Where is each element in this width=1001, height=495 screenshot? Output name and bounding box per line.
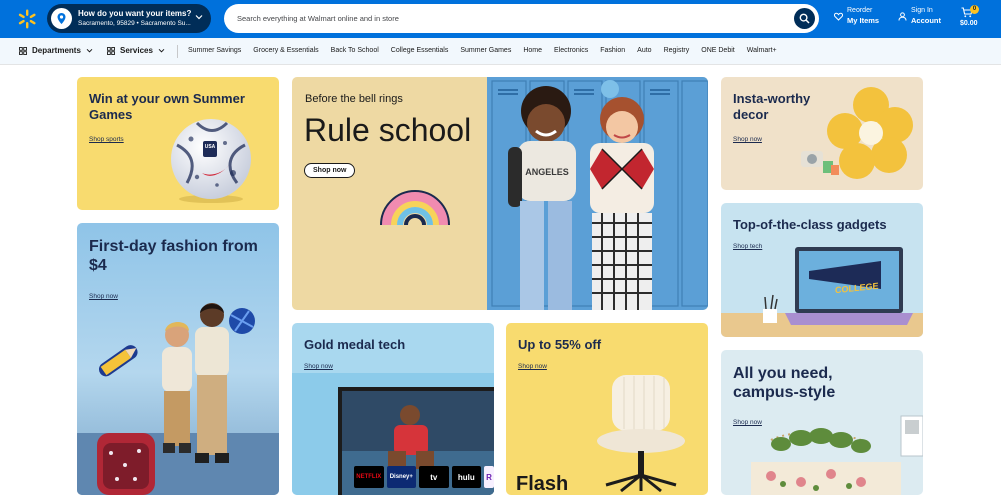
nav-link-back-to-school[interactable]: Back To School [331, 47, 379, 54]
partial-streaming-logo: R [484, 466, 494, 488]
reorder-my-items-link[interactable]: Reorder My Items [834, 6, 879, 26]
svg-text:USA: USA [205, 144, 216, 150]
search-button[interactable] [794, 8, 815, 29]
chevron-down-icon [195, 15, 203, 20]
accent-chair-image [597, 375, 685, 493]
cart-button[interactable]: 0 $0.00 [958, 4, 988, 34]
nav-divider [177, 45, 178, 58]
nav-link-summer-games[interactable]: Summer Games [460, 47, 511, 54]
decor-shop-now-link[interactable]: Shop now [733, 136, 762, 143]
reorder-label: Reorder [847, 7, 873, 14]
nav-link-college-essentials[interactable]: College Essentials [391, 47, 449, 54]
campus-style-card[interactable]: All you need, campus-style Shop now [721, 350, 923, 495]
search-input[interactable] [237, 14, 777, 23]
rule-school-hero-card[interactable]: ANGELES Before the bell rings Rule schoo… [292, 77, 708, 310]
up-to-55-off-card[interactable]: Up to 55% off Shop now Flash [506, 323, 708, 495]
first-day-fashion-card[interactable]: First-day fashion from $4 Shop now [77, 223, 279, 495]
fashion-title: First-day fashion from $4 [89, 238, 258, 275]
disney-plus-logo: Disney+ [386, 466, 417, 488]
location-address: Sacramento, 95829 • Sacramento Su... [78, 19, 191, 27]
user-icon [898, 11, 907, 21]
shop-sports-link[interactable]: Shop sports [89, 136, 124, 143]
my-items-label: My Items [847, 16, 880, 25]
campus-title: All you need, campus-style [733, 365, 836, 402]
chevron-down-icon [86, 48, 93, 53]
walmart-spark-logo[interactable] [17, 9, 37, 29]
nav-link-registry[interactable]: Registry [664, 47, 690, 54]
gold-tech-title: Gold medal tech [304, 337, 406, 352]
insta-worthy-decor-card[interactable]: Insta-worthy decor Shop now [721, 77, 923, 190]
cart-total: $0.00 [960, 20, 978, 27]
account-label: Account [911, 16, 941, 25]
nav-link-home[interactable]: Home [523, 47, 542, 54]
nav-link-electronics[interactable]: Electronics [554, 47, 588, 54]
apple-tv-logo: tv [419, 466, 449, 488]
hulu-logo: hulu [451, 466, 482, 488]
hero-kicker: Before the bell rings [305, 93, 403, 105]
dorm-room-image [751, 415, 923, 495]
kids-fashion-image [77, 303, 279, 495]
hero-title: Rule school [304, 112, 472, 148]
departments-label: Departments [32, 46, 81, 55]
search-bar [224, 4, 819, 33]
soccer-ball-image: USA [171, 119, 251, 203]
nav-link-summer-savings[interactable]: Summer Savings [188, 47, 241, 54]
department-nav-bar: Departments Services Summer Savings Groc… [0, 38, 1001, 65]
nav-link-fashion[interactable]: Fashion [600, 47, 625, 54]
services-grid-icon [107, 46, 115, 55]
flower-rug-image [801, 87, 913, 179]
cart-count-badge: 0 [970, 5, 979, 14]
search-icon [799, 13, 810, 24]
sign-in-account-link[interactable]: Sign In Account [898, 6, 941, 26]
nav-link-walmart-plus[interactable]: Walmart+ [747, 47, 777, 54]
services-menu[interactable]: Services [107, 46, 165, 55]
svg-text:ANGELES: ANGELES [525, 167, 569, 177]
grid-icon [19, 46, 27, 55]
gold-medal-tech-card[interactable]: Gold medal tech Shop now NETFLIX Disney+… [292, 323, 494, 495]
heart-icon [834, 12, 843, 21]
gold-tech-shop-now-link[interactable]: Shop now [304, 363, 333, 370]
sign-in-label: Sign In [911, 7, 933, 14]
nav-link-one-debit[interactable]: ONE Debit [701, 47, 734, 54]
hero-shop-now-button[interactable]: Shop now [304, 163, 356, 178]
nav-link-auto[interactable]: Auto [637, 47, 651, 54]
laptop-image [721, 247, 923, 337]
store-location-icon [51, 8, 72, 29]
netflix-logo: NETFLIX [354, 466, 384, 488]
location-question: How do you want your items? [78, 8, 192, 18]
departments-menu[interactable]: Departments [19, 46, 93, 55]
category-links: Summer Savings Grocery & Essentials Back… [188, 47, 789, 54]
gadgets-title: Top-of-the-class gadgets [733, 217, 887, 232]
chevron-down-icon [158, 48, 165, 53]
nav-link-grocery-essentials[interactable]: Grocery & Essentials [253, 47, 318, 54]
services-label: Services [120, 46, 153, 55]
chairs-title: Up to 55% off [518, 337, 602, 352]
streaming-logos-row: NETFLIX Disney+ tv hulu R [354, 466, 494, 490]
top-of-the-class-gadgets-card[interactable]: Top-of-the-class gadgets Shop tech COLLE… [721, 203, 923, 337]
top-header: How do you want your items? Sacramento, … [0, 0, 1001, 38]
location-selector[interactable]: How do you want your items? Sacramento, … [47, 4, 211, 33]
summer-games-card[interactable]: Win at your own Summer Games Shop sports… [77, 77, 279, 210]
chairs-shop-now-link[interactable]: Shop now [518, 363, 547, 370]
flash-deals-label: Flash [516, 473, 569, 495]
